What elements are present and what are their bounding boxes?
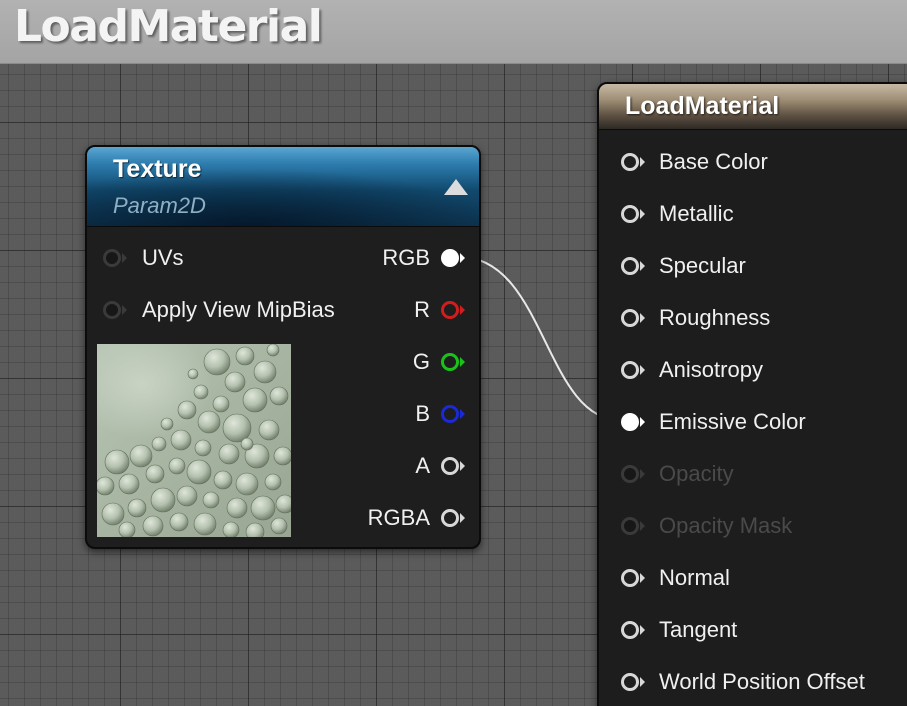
pin-row-emissive-color[interactable]: Emissive Color — [621, 407, 806, 437]
g-output-pin-icon[interactable] — [441, 351, 465, 373]
pin-row-metallic[interactable]: Metallic — [621, 199, 734, 229]
pin-row-rgba[interactable]: RGBA — [367, 503, 465, 533]
rgba-output-label: RGBA — [367, 505, 430, 530]
pin-row-tangent[interactable]: Tangent — [621, 615, 737, 645]
uvs-input-label: UVs — [142, 245, 184, 270]
base-color-pin-icon[interactable] — [621, 151, 645, 173]
r-output-label: R — [414, 297, 430, 322]
texture-preview-thumbnail — [97, 344, 291, 537]
pin-row-uvs[interactable]: UVs — [103, 243, 184, 273]
rgba-output-pin-icon[interactable] — [441, 507, 465, 529]
pin-row-r[interactable]: R — [414, 295, 465, 325]
tangent-pin-icon[interactable] — [621, 619, 645, 641]
material-node-header[interactable]: LoadMaterial — [599, 84, 907, 130]
a-output-label: A — [415, 453, 430, 478]
opacity-mask-label: Opacity Mask — [659, 513, 793, 538]
pin-row-opacity-mask[interactable]: Opacity Mask — [621, 511, 792, 541]
pin-row-a[interactable]: A — [415, 451, 465, 481]
metallic-pin-icon[interactable] — [621, 203, 645, 225]
opacity-label: Opacity — [659, 461, 734, 486]
pin-row-world-position-offset[interactable]: World Position Offset — [621, 667, 865, 697]
world-position-offset-label: World Position Offset — [659, 669, 865, 694]
pebble-texture-image — [97, 344, 291, 537]
material-result-node[interactable]: LoadMaterial Base Color Metallic Specula… — [597, 82, 907, 706]
base-color-label: Base Color — [659, 149, 768, 174]
pin-row-specular[interactable]: Specular — [621, 251, 746, 281]
specular-label: Specular — [659, 253, 746, 278]
world-position-offset-pin-icon[interactable] — [621, 671, 645, 693]
collapse-arrow-icon[interactable] — [444, 179, 468, 195]
b-output-pin-icon[interactable] — [441, 403, 465, 425]
g-output-label: G — [412, 349, 430, 374]
a-output-pin-icon[interactable] — [441, 455, 465, 477]
anisotropy-label: Anisotropy — [659, 357, 763, 382]
pin-row-opacity[interactable]: Opacity — [621, 459, 734, 489]
rgb-output-pin-icon[interactable] — [441, 247, 465, 269]
pin-row-rgb[interactable]: RGB — [382, 243, 465, 273]
apply-view-mipbias-input-pin-icon[interactable] — [103, 299, 127, 321]
emissive-color-label: Emissive Color — [659, 409, 806, 434]
roughness-pin-icon[interactable] — [621, 307, 645, 329]
tangent-label: Tangent — [659, 617, 738, 642]
r-output-pin-icon[interactable] — [441, 299, 465, 321]
b-output-label: B — [415, 401, 430, 426]
anisotropy-pin-icon[interactable] — [621, 359, 645, 381]
pin-row-g[interactable]: G — [412, 347, 465, 377]
emissive-color-pin-icon[interactable] — [621, 411, 645, 433]
wire-rgb-to-emissive — [459, 256, 621, 421]
editor-title-bar: LoadMaterial — [0, 0, 907, 64]
specular-pin-icon[interactable] — [621, 255, 645, 277]
apply-view-mipbias-input-label: Apply View MipBias — [142, 297, 335, 322]
normal-pin-icon[interactable] — [621, 567, 645, 589]
texture-node-title: Texture — [113, 155, 202, 183]
uvs-input-pin-icon[interactable] — [103, 247, 127, 269]
texture-node-header[interactable]: Texture Param2D — [87, 147, 479, 227]
pin-row-b[interactable]: B — [415, 399, 465, 429]
pin-row-normal[interactable]: Normal — [621, 563, 730, 593]
pin-row-base-color[interactable]: Base Color — [621, 147, 768, 177]
texture-node[interactable]: Texture Param2D UVs Apply View MipBias R… — [85, 145, 481, 549]
normal-label: Normal — [659, 565, 730, 590]
roughness-label: Roughness — [659, 305, 771, 330]
pin-row-anisotropy[interactable]: Anisotropy — [621, 355, 763, 385]
opacity-pin-icon[interactable] — [621, 463, 645, 485]
pin-row-apply-view-mipbias[interactable]: Apply View MipBias — [103, 295, 335, 325]
opacity-mask-pin-icon[interactable] — [621, 515, 645, 537]
metallic-label: Metallic — [659, 201, 734, 226]
pin-row-roughness[interactable]: Roughness — [621, 303, 770, 333]
rgb-output-label: RGB — [382, 245, 430, 270]
material-node-title: LoadMaterial — [625, 92, 780, 120]
editor-title: LoadMaterial — [14, 1, 323, 52]
texture-node-subtitle: Param2D — [113, 193, 206, 218]
